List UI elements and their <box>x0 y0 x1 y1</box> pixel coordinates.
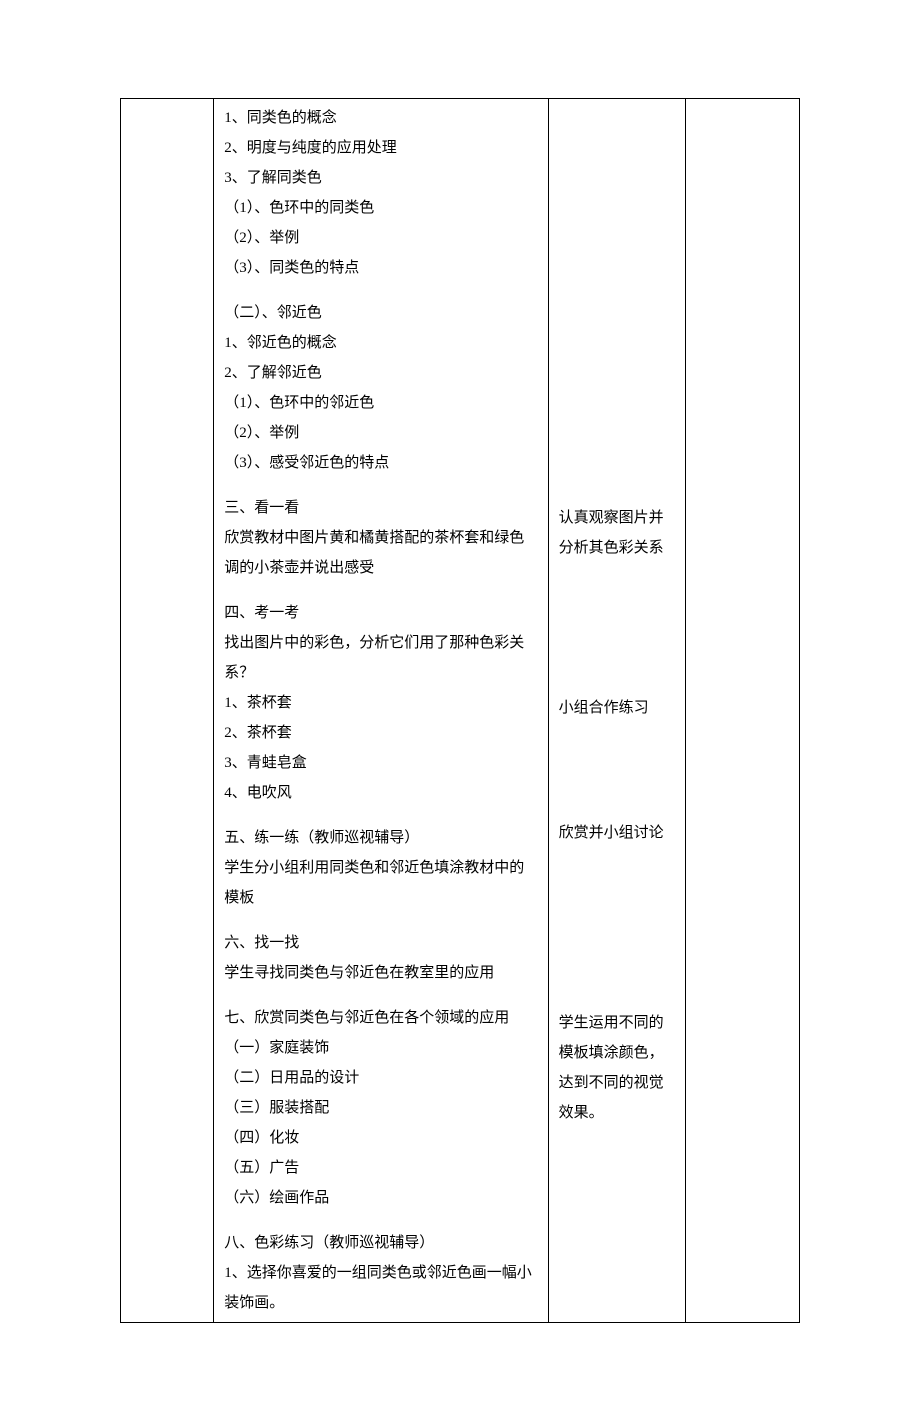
section-7-item: （四）化妆 <box>224 1123 537 1153</box>
section-5-heading: 五、练一练（教师巡视辅导） <box>224 823 537 853</box>
col-4-cell <box>686 99 800 1323</box>
section-1-item: 2、明度与纯度的应用处理 <box>224 133 537 163</box>
section-2-item: （二）、邻近色 <box>224 298 537 328</box>
section-8-item: 1、选择你喜爱的一组同类色或邻近色画一幅小装饰画。 <box>224 1258 537 1318</box>
section-8-heading: 八、色彩练习（教师巡视辅导） <box>224 1228 537 1258</box>
section-6-heading: 六、找一找 <box>224 928 537 958</box>
section-1-item: 1、同类色的概念 <box>224 103 537 133</box>
section-5-body: 学生分小组利用同类色和邻近色填涂教材中的模板 <box>224 853 537 913</box>
section-2-item: （1）、色环中的邻近色 <box>224 388 537 418</box>
section-7-item: （六）绘画作品 <box>224 1183 537 1213</box>
section-7-heading: 七、欣赏同类色与邻近色在各个领域的应用 <box>224 1003 537 1033</box>
section-3-heading: 三、看一看 <box>224 493 537 523</box>
section-4-body: 找出图片中的彩色，分析它们用了那种色彩关系？ <box>224 628 537 688</box>
section-2-item: 2、了解邻近色 <box>224 358 537 388</box>
section-1-item: （2）、举例 <box>224 223 537 253</box>
section-4-heading: 四、考一考 <box>224 598 537 628</box>
section-2-item: （2）、举例 <box>224 418 537 448</box>
annotation-observe: 认真观察图片并分析其色彩关系 <box>559 503 676 563</box>
annotation-template-fill: 学生运用不同的模板填涂颜色，达到不同的视觉效果。 <box>559 1008 676 1128</box>
section-7-item: （五）广告 <box>224 1153 537 1183</box>
section-7-item: （三）服装搭配 <box>224 1093 537 1123</box>
col-3-annotations: 认真观察图片并分析其色彩关系 小组合作练习 欣赏并小组讨论 学生运用不同的模板填… <box>548 99 686 1323</box>
section-2-item: （3）、感受邻近色的特点 <box>224 448 537 478</box>
annotation-group-practice: 小组合作练习 <box>559 693 676 723</box>
col-2-content: 1、同类色的概念 2、明度与纯度的应用处理 3、了解同类色 （1）、色环中的同类… <box>214 99 548 1323</box>
section-1-item: （1）、色环中的同类色 <box>224 193 537 223</box>
section-4-item: 1、茶杯套 <box>224 688 537 718</box>
section-2-item: 1、邻近色的概念 <box>224 328 537 358</box>
col-1-cell <box>121 99 214 1323</box>
section-4-item: 3、青蛙皂盒 <box>224 748 537 778</box>
annotation-discuss: 欣赏并小组讨论 <box>559 818 676 848</box>
section-1-item: （3）、同类色的特点 <box>224 253 537 283</box>
section-7-item: （二）日用品的设计 <box>224 1063 537 1093</box>
section-7-item: （一）家庭装饰 <box>224 1033 537 1063</box>
lesson-plan-table: 1、同类色的概念 2、明度与纯度的应用处理 3、了解同类色 （1）、色环中的同类… <box>120 98 800 1323</box>
section-6-body: 学生寻找同类色与邻近色在教室里的应用 <box>224 958 537 988</box>
section-4-item: 2、茶杯套 <box>224 718 537 748</box>
section-1-item: 3、了解同类色 <box>224 163 537 193</box>
section-4-item: 4、电吹风 <box>224 778 537 808</box>
section-3-body: 欣赏教材中图片黄和橘黄搭配的茶杯套和绿色调的小茶壶并说出感受 <box>224 523 537 583</box>
